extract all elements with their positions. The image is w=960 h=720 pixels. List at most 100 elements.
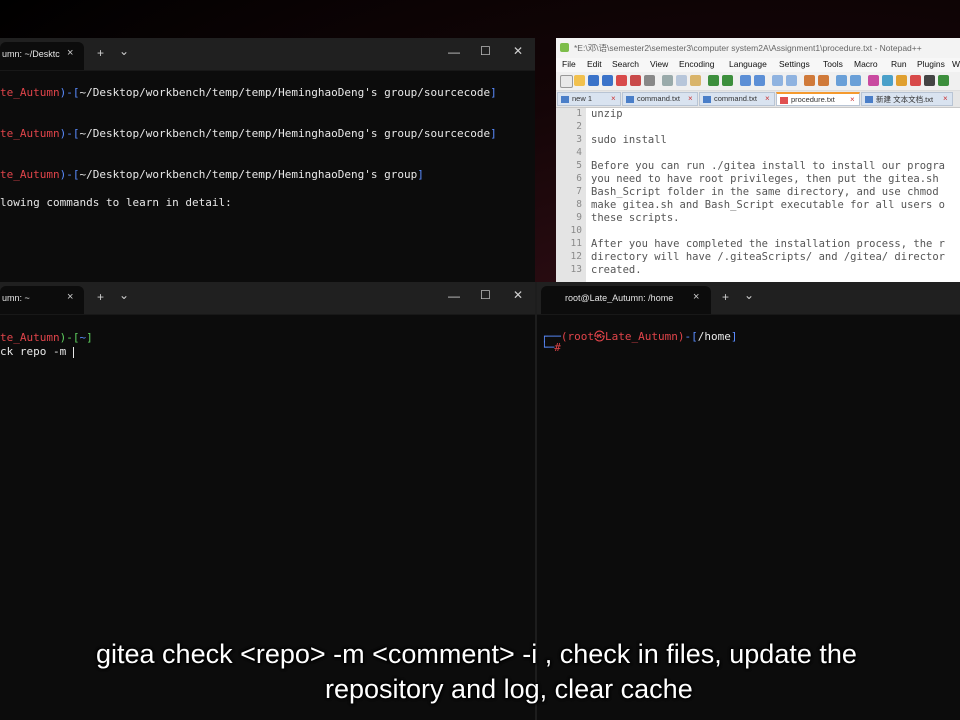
notepad-tab[interactable]: command.txt × xyxy=(622,92,698,106)
editor-line: After you have completed the installatio… xyxy=(591,238,946,250)
close-all-icon[interactable] xyxy=(630,75,641,86)
menu-tools[interactable]: Tools xyxy=(823,59,843,69)
menu-search[interactable]: Search xyxy=(612,59,639,69)
tab-close-icon[interactable]: × xyxy=(693,291,699,303)
terminal-tab[interactable]: umn: ~ × xyxy=(0,286,84,314)
terminal-output-line: te_Autumn)-[~/Desktop/workbench/temp/tem… xyxy=(0,168,424,181)
maximize-icon[interactable]: ☐ xyxy=(480,288,491,302)
terminal-tab[interactable]: root@Late_Autumn: /home × xyxy=(541,286,711,314)
menu-view[interactable]: View xyxy=(650,59,668,69)
editor-line: these scripts. xyxy=(591,212,680,224)
editor-line: directory will have /.giteaScripts/ and … xyxy=(591,251,946,263)
editor-line: unzip xyxy=(591,108,623,120)
word-wrap-icon[interactable] xyxy=(818,75,829,86)
editor-line: Bash_Script folder in the same directory… xyxy=(591,186,939,198)
play-macro-icon[interactable] xyxy=(938,75,949,86)
menu-plugins[interactable]: Plugins xyxy=(917,59,945,69)
menu-run[interactable]: Run xyxy=(891,59,907,69)
modified-file-icon xyxy=(780,97,788,104)
minimize-icon[interactable]: — xyxy=(448,289,460,303)
terminal-tab-title: root@Late_Autumn: /home xyxy=(565,293,674,303)
terminal-prompt-input[interactable]: └─# xyxy=(541,341,561,354)
zoom-out-icon[interactable] xyxy=(786,75,797,86)
new-tab-icon[interactable]: + xyxy=(722,290,729,304)
redo-icon[interactable] xyxy=(722,75,733,86)
dropdown-icon[interactable]: ⌄ xyxy=(119,44,129,58)
terminal-output-line: te_Autumn)-[~/Desktop/workbench/temp/tem… xyxy=(0,86,497,99)
editor-line: make gitea.sh and Bash_Script executable… xyxy=(591,199,946,211)
close-file-icon[interactable] xyxy=(616,75,627,86)
find-icon[interactable] xyxy=(740,75,751,86)
tab-close-icon[interactable]: × xyxy=(611,94,616,103)
terminal-info-text: lowing commands to learn in detail: xyxy=(0,196,232,209)
terminal-window-top-left[interactable]: umn: ~/Desktc × + ⌄ — ☐ ✕ te_Autumn)-[~/… xyxy=(0,38,535,282)
terminal-output-line: te_Autumn)-[~/Desktop/workbench/temp/tem… xyxy=(0,127,497,140)
terminal-tabbar: umn: ~ × + ⌄ — ☐ ✕ xyxy=(0,282,535,315)
close-icon[interactable]: ✕ xyxy=(513,288,523,302)
editor-line: you need to have root privileges, then p… xyxy=(591,173,939,185)
save-all-icon[interactable] xyxy=(602,75,613,86)
new-tab-icon[interactable]: + xyxy=(97,290,104,304)
undo-icon[interactable] xyxy=(708,75,719,86)
tab-close-icon[interactable]: × xyxy=(765,94,770,103)
tab-close-icon[interactable]: × xyxy=(67,47,73,59)
tab-close-icon[interactable]: × xyxy=(67,291,73,303)
indent-guide-icon[interactable] xyxy=(850,75,861,86)
line-number: 1 xyxy=(576,108,582,119)
video-subtitle-line-2: repository and log, clear cache xyxy=(325,674,693,704)
dropdown-icon[interactable]: ⌄ xyxy=(744,288,754,302)
notepad-menubar: File Edit Search View Encoding Language … xyxy=(556,58,960,72)
tab-close-icon[interactable]: × xyxy=(850,95,855,104)
maximize-icon[interactable]: ☐ xyxy=(480,44,491,58)
folder-workspace-icon[interactable] xyxy=(896,75,907,86)
save-icon[interactable] xyxy=(588,75,599,86)
replace-icon[interactable] xyxy=(754,75,765,86)
line-number: 8 xyxy=(576,199,582,210)
record-macro-icon[interactable] xyxy=(910,75,921,86)
notepad-editor[interactable]: unzip sudo install Before you can run ./… xyxy=(586,108,960,282)
terminal-tabbar: root@Late_Autumn: /home × + ⌄ xyxy=(537,282,960,315)
menu-macro[interactable]: Macro xyxy=(854,59,878,69)
terminal-tab-title: umn: ~ xyxy=(2,293,30,303)
copy-icon[interactable] xyxy=(676,75,687,86)
notepad-window[interactable]: *E:\邓\语\semester2\semester3\computer sys… xyxy=(556,38,960,282)
open-file-icon[interactable] xyxy=(574,75,585,86)
tab-close-icon[interactable]: × xyxy=(943,94,948,103)
menu-encoding[interactable]: Encoding xyxy=(679,59,714,69)
line-number: 5 xyxy=(576,160,582,171)
minimize-icon[interactable]: — xyxy=(448,45,460,59)
line-number: 9 xyxy=(576,212,582,223)
menu-settings[interactable]: Settings xyxy=(779,59,810,69)
zoom-in-icon[interactable] xyxy=(772,75,783,86)
file-icon xyxy=(626,96,634,103)
notepad-tab[interactable]: 新建 文本文档.txt × xyxy=(861,92,953,106)
function-list-icon[interactable] xyxy=(882,75,893,86)
close-icon[interactable]: ✕ xyxy=(513,44,523,58)
print-icon[interactable] xyxy=(644,75,655,86)
terminal-tab[interactable]: umn: ~/Desktc × xyxy=(0,42,84,70)
cut-icon[interactable] xyxy=(662,75,673,86)
stop-macro-icon[interactable] xyxy=(924,75,935,86)
menu-edit[interactable]: Edit xyxy=(587,59,602,69)
notepad-titlebar: *E:\邓\语\semester2\semester3\computer sys… xyxy=(556,38,960,58)
notepad-tab[interactable]: command.txt × xyxy=(699,92,775,106)
tab-close-icon[interactable]: × xyxy=(688,94,693,103)
dropdown-icon[interactable]: ⌄ xyxy=(119,288,129,302)
menu-file[interactable]: File xyxy=(562,59,576,69)
new-file-icon[interactable] xyxy=(560,75,573,88)
menu-window[interactable]: W xyxy=(952,59,960,69)
line-number: 6 xyxy=(576,173,582,184)
show-all-chars-icon[interactable] xyxy=(836,75,847,86)
notepad-tab-active[interactable]: procedure.txt × xyxy=(776,92,860,106)
paste-icon[interactable] xyxy=(690,75,701,86)
menu-language[interactable]: Language xyxy=(729,59,767,69)
sync-scroll-icon[interactable] xyxy=(804,75,815,86)
new-tab-icon[interactable]: + xyxy=(97,46,104,60)
doc-map-icon[interactable] xyxy=(868,75,879,86)
line-number: 2 xyxy=(576,121,582,132)
notepad-app-icon xyxy=(560,43,569,52)
terminal-prompt: ┌──(root㉿Late_Autumn)-[/home] xyxy=(541,330,738,343)
notepad-tab[interactable]: new 1 × xyxy=(557,92,621,106)
notepad-title: *E:\邓\语\semester2\semester3\computer sys… xyxy=(574,43,922,53)
terminal-command-input[interactable]: ck repo -m xyxy=(0,345,74,358)
